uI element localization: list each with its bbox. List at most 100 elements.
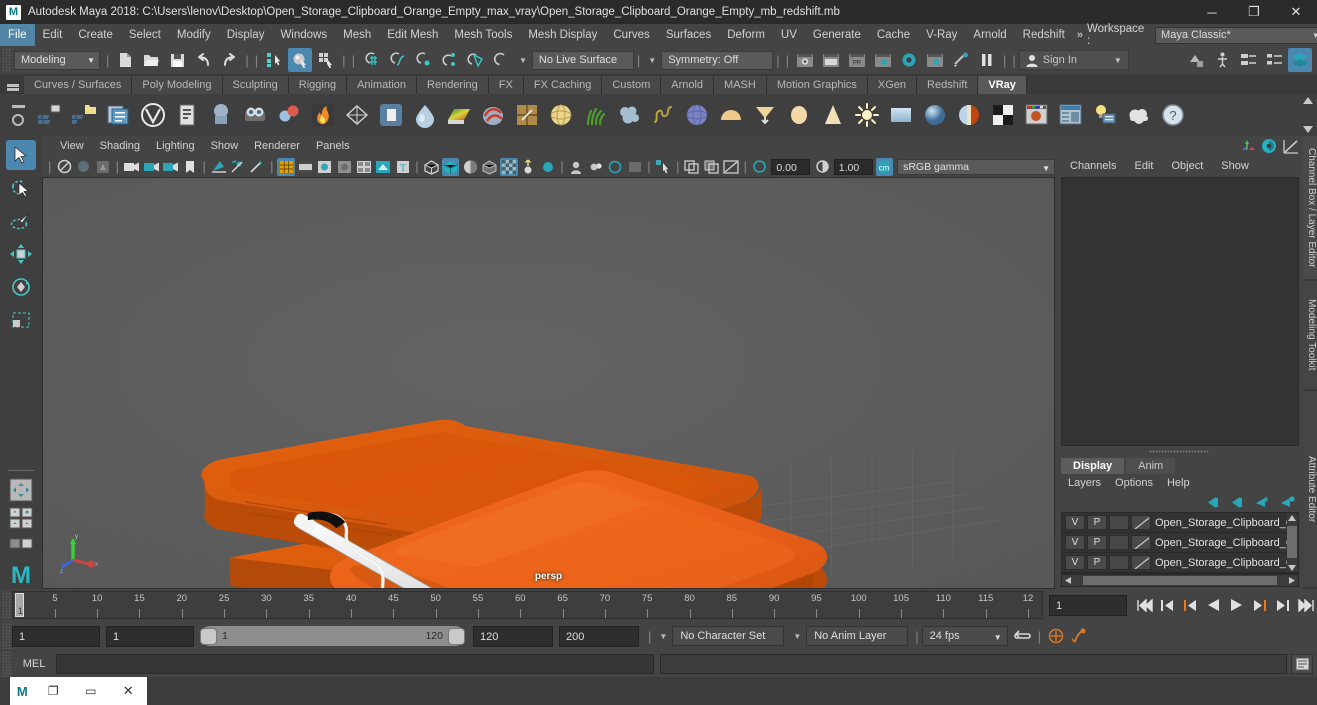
step-forward-keyframe-icon[interactable]	[1272, 594, 1293, 616]
hypershade-icon[interactable]	[871, 48, 895, 72]
vray-render-elements-icon[interactable]	[1055, 98, 1087, 132]
dock-tab-channel-box[interactable]: Channel Box / Layer Editor	[1303, 136, 1317, 281]
table-row[interactable]: V P Open_Storage_Clipboard_O	[1062, 533, 1298, 553]
play-forwards-icon[interactable]	[1226, 594, 1247, 616]
shelf-options-icon[interactable]	[2, 76, 24, 94]
layer-visibility-toggle[interactable]: V	[1065, 535, 1085, 550]
range-start-handle[interactable]	[200, 627, 217, 645]
layer-playback-toggle[interactable]: P	[1087, 515, 1107, 530]
smooth-shade-icon[interactable]: T	[394, 158, 411, 176]
shelf-tab-motion-graphics[interactable]: Motion Graphics	[766, 76, 868, 94]
shaded-wireframe-icon[interactable]	[441, 157, 460, 176]
shelf-tab-mash[interactable]: MASH	[714, 76, 767, 94]
command-response-field[interactable]	[659, 654, 1287, 674]
toggle-attribute-editor-icon[interactable]	[1210, 48, 1234, 72]
viewport-menu-shading[interactable]: Shading	[92, 136, 148, 156]
render-setup-icon[interactable]	[923, 48, 947, 72]
scrollbar-thumb[interactable]	[1083, 576, 1277, 585]
vray-hair-icon[interactable]	[647, 98, 679, 132]
command-input-field[interactable]	[56, 654, 654, 674]
layer-color-swatch[interactable]	[1131, 515, 1151, 530]
snap-to-point-icon[interactable]	[411, 48, 435, 72]
new-layer-icon[interactable]	[1253, 496, 1270, 509]
single-perspective-layout-icon[interactable]	[6, 477, 36, 503]
shelf-tab-rigging[interactable]: Rigging	[288, 76, 348, 94]
table-row[interactable]: V P Open_Storage_Clipboard_O	[1062, 513, 1298, 533]
scale-tool-icon[interactable]	[6, 305, 36, 335]
channelbox-menu-edit[interactable]: Edit	[1125, 156, 1162, 176]
panel-splitter[interactable]	[1055, 446, 1303, 456]
attribute-editor-icon[interactable]	[1261, 138, 1277, 154]
dock-tab-attribute-editor[interactable]: Attribute Editor	[1303, 391, 1317, 589]
layer-color-swatch[interactable]	[1131, 535, 1151, 550]
move-layer-down-icon[interactable]	[1229, 496, 1245, 509]
exposure-icon[interactable]	[751, 158, 768, 176]
shelf-tab-fx-caching[interactable]: FX Caching	[523, 76, 603, 94]
channelbox-menu-object[interactable]: Object	[1162, 156, 1212, 176]
select-by-component-icon[interactable]	[314, 48, 338, 72]
paste-view-icon[interactable]	[703, 158, 720, 176]
layer-list-vertical-scrollbar[interactable]	[1287, 514, 1297, 572]
menu-modify[interactable]: Modify	[169, 24, 219, 46]
menu-curves[interactable]: Curves	[605, 24, 657, 46]
chevron-down-icon[interactable]: ▼	[514, 56, 532, 65]
display-layer-list[interactable]: V P Open_Storage_Clipboard_O V P Open_St	[1061, 512, 1299, 574]
live-surface-field[interactable]: No Live Surface	[531, 50, 634, 70]
menu-windows[interactable]: Windows	[272, 24, 335, 46]
layer-type-toggle[interactable]	[1109, 515, 1129, 530]
shelf-tab-arnold[interactable]: Arnold	[661, 76, 715, 94]
xray-display-icon[interactable]	[316, 158, 333, 176]
vray-grid-icon[interactable]	[511, 98, 543, 132]
auto-keyframe-icon[interactable]	[1045, 625, 1066, 647]
new-scene-icon[interactable]	[113, 48, 137, 72]
resolution-gate-icon[interactable]	[142, 158, 159, 176]
range-slider[interactable]: 1 120	[200, 626, 465, 646]
two-pane-layout-icon[interactable]	[6, 533, 36, 559]
menu-edit-mesh[interactable]: Edit Mesh	[379, 24, 446, 46]
select-by-hierarchy-icon[interactable]	[262, 48, 286, 72]
hardware-texturing-icon[interactable]	[461, 158, 478, 176]
shelf-tab-redshift[interactable]: Redshift	[917, 76, 979, 94]
vray-checker-icon[interactable]	[987, 98, 1019, 132]
channelbox-menu-show[interactable]: Show	[1212, 156, 1258, 176]
menu-create[interactable]: Create	[70, 24, 121, 46]
vray-plane-icon[interactable]	[885, 98, 917, 132]
shadows-icon[interactable]	[500, 157, 518, 176]
menu-vray[interactable]: V-Ray	[918, 24, 965, 46]
open-scene-icon[interactable]	[139, 48, 163, 72]
lock-camera-icon[interactable]	[75, 158, 92, 176]
render-view-icon[interactable]	[897, 48, 921, 72]
shelf-tab-rendering[interactable]: Rendering	[417, 76, 489, 94]
layer-menu-layers[interactable]: Layers	[1061, 477, 1108, 489]
lasso-select-tool-icon[interactable]	[6, 173, 36, 203]
vray-water-icon[interactable]	[409, 98, 441, 132]
shelf-tab-custom[interactable]: Custom	[602, 76, 662, 94]
toggle-modeling-toolkit-icon[interactable]	[1184, 48, 1208, 72]
shelf-side-controls[interactable]	[2, 94, 34, 136]
vray-fur-icon[interactable]	[579, 98, 611, 132]
vray-vfb-doc-icon[interactable]	[171, 98, 203, 132]
new-layer-from-selected-icon[interactable]	[1278, 495, 1295, 509]
render-current-frame-icon[interactable]	[793, 48, 817, 72]
select-tool-icon[interactable]	[6, 140, 36, 170]
shelf-tab-sculpting[interactable]: Sculpting	[222, 76, 289, 94]
wireframe-icon[interactable]	[374, 158, 391, 176]
vray-material-preview-icon[interactable]	[1021, 98, 1053, 132]
image-plane-icon[interactable]	[210, 158, 227, 176]
vray-gradient-icon[interactable]	[443, 98, 475, 132]
animation-preferences-icon[interactable]	[1068, 625, 1089, 647]
viewport-menu-renderer[interactable]: Renderer	[246, 136, 308, 156]
redo-icon[interactable]	[217, 48, 241, 72]
pause-icon[interactable]	[975, 48, 999, 72]
vray-ies-light-icon[interactable]	[749, 98, 781, 132]
channel-box-content[interactable]	[1061, 177, 1299, 446]
vray-fire-icon[interactable]	[307, 98, 339, 132]
menu-arnold[interactable]: Arnold	[965, 24, 1014, 46]
color-space-dropdown[interactable]: sRGB gamma ▼	[897, 158, 1056, 175]
maximize-window-icon[interactable]: ▭	[72, 684, 110, 698]
isolate-select-icon[interactable]	[249, 158, 266, 176]
copy-view-icon[interactable]	[683, 158, 700, 176]
shelf-tab-fx[interactable]: FX	[488, 76, 524, 94]
motion-blur-icon[interactable]	[539, 158, 556, 176]
grid-toggle-icon[interactable]	[277, 157, 295, 176]
